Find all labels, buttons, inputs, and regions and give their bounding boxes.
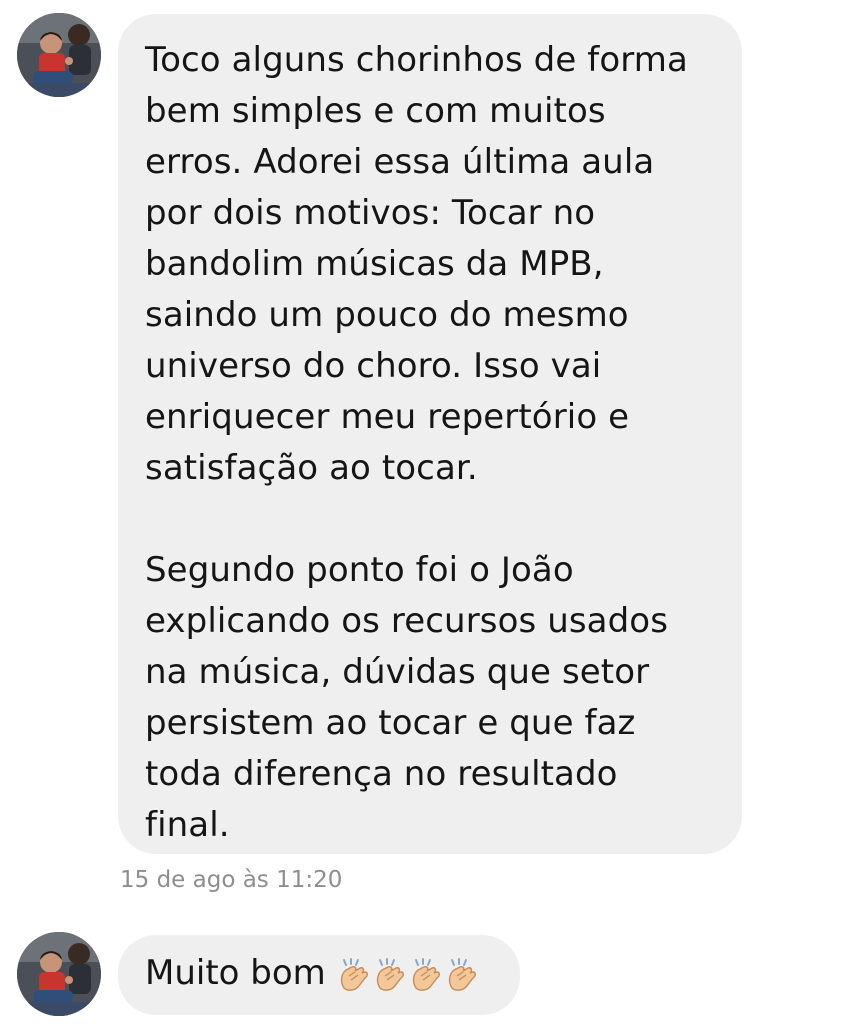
sender-avatar[interactable]: [17, 13, 101, 97]
clapping-hands-icon: [340, 958, 368, 991]
message-bubble[interactable]: Muito bom: [118, 935, 520, 1015]
clapping-hands-icon: [412, 958, 440, 991]
sender-avatar[interactable]: [17, 932, 101, 1016]
message-bubble[interactable]: Toco alguns chorinhos de forma bem simpl…: [118, 14, 742, 854]
clapping-hands-icon: [448, 958, 476, 991]
message-text: Muito bom: [145, 953, 326, 993]
message-timestamp: 15 de ago às 11:20: [120, 867, 343, 893]
avatar-photo-icon: [17, 932, 101, 1016]
emoji-group: [338, 958, 478, 992]
message-thread: Toco alguns chorinhos de forma bem simpl…: [0, 0, 867, 1024]
message-text: Toco alguns chorinhos de forma bem simpl…: [145, 40, 688, 845]
avatar-photo-icon: [17, 13, 101, 97]
clapping-hands-icon: [376, 958, 404, 991]
